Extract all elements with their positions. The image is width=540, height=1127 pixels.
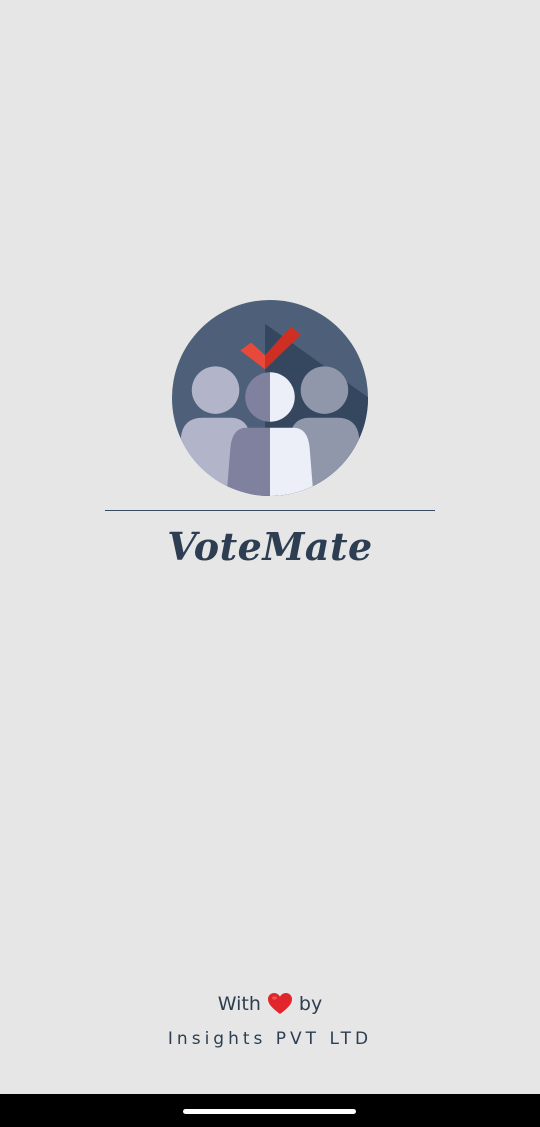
home-indicator[interactable] — [183, 1109, 356, 1114]
made-with-love-credit: With by — [0, 990, 540, 1018]
by-text: by — [298, 993, 323, 1015]
app-name-title: VoteMate — [167, 524, 373, 569]
system-navigation-bar — [0, 1094, 540, 1127]
app-logo — [171, 299, 369, 497]
company-name: Insights PVT LTD — [167, 1029, 373, 1049]
heart-icon — [267, 993, 292, 1014]
divider — [105, 510, 435, 511]
with-text: With — [217, 993, 261, 1015]
